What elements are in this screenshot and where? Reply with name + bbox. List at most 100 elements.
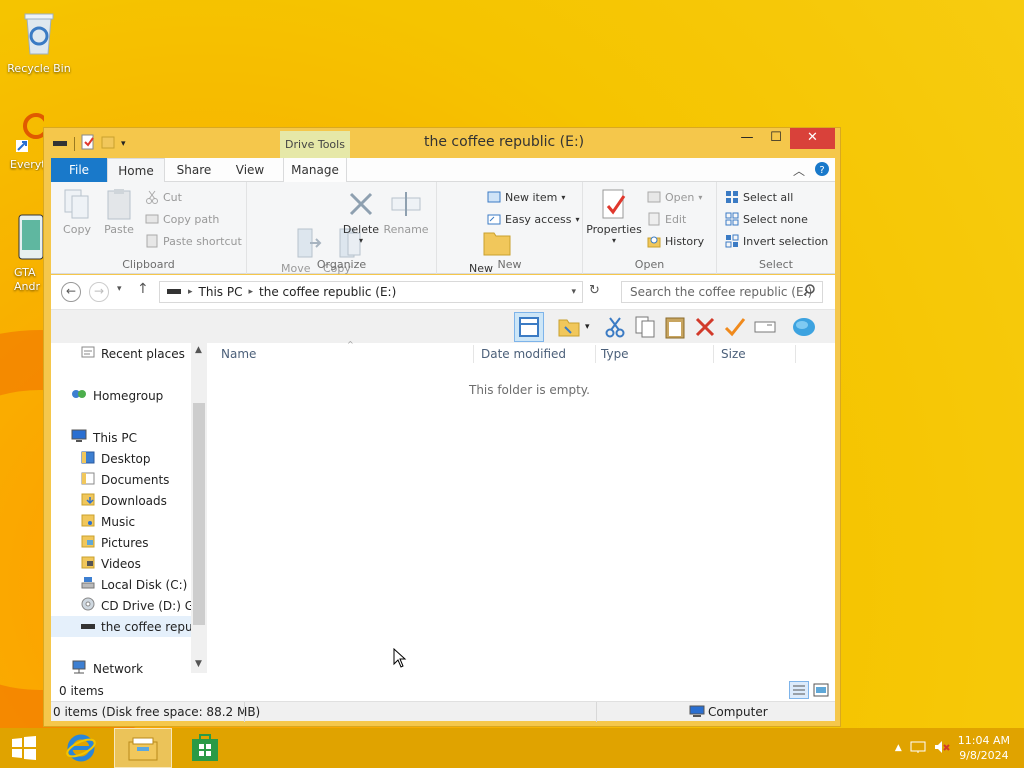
nav-item-label: Local Disk (C:) [101,577,188,592]
file-explorer-button[interactable] [114,728,172,768]
breadcrumb-this-pc[interactable]: This PC [199,285,243,299]
scrollbar-thumb[interactable] [193,403,205,625]
tab-share[interactable]: Share [169,158,219,182]
forward-button[interactable]: → [89,282,109,302]
nav-item-recent-places[interactable]: Recent places [51,343,191,364]
nav-item-homegroup[interactable]: Homegroup [51,385,191,406]
nav-item-documents[interactable]: Documents [51,469,191,490]
internet-explorer-button[interactable] [58,728,104,768]
search-icon[interactable] [803,284,815,299]
title-bar[interactable]: ▾ Drive Tools the coffee republic (E:) —… [44,128,840,159]
checkmark-icon[interactable] [723,315,747,339]
breadcrumb-separator-icon[interactable]: ▸ [188,287,193,297]
select-none-button[interactable]: Select none [725,212,808,226]
back-button[interactable]: ← [61,282,81,302]
nav-item-videos[interactable]: Videos [51,553,191,574]
nav-scrollbar[interactable]: ▲ ▼ [191,343,207,673]
column-header-date-modified[interactable]: Date modified [481,347,566,361]
preview-pane-icon[interactable] [514,312,544,342]
rename-icon[interactable] [753,315,777,339]
new-item-button[interactable]: New item ▾ [487,190,565,204]
tab-file[interactable]: File [51,158,107,182]
file-list[interactable]: ^ Name Date modified Type Size This fold… [207,340,835,681]
column-header-name[interactable]: Name [221,347,256,361]
nav-item-this-pc[interactable]: This PC [51,427,191,448]
delete-dropdown-icon[interactable]: ▾ [341,236,381,245]
paste-button[interactable]: Paste [99,188,139,236]
column-header-size[interactable]: Size [721,347,746,361]
breadcrumb-drive[interactable]: the coffee republic (E:) [259,285,396,299]
nav-item-downloads[interactable]: Downloads [51,490,191,511]
minimize-button[interactable]: — [734,128,760,149]
clipboard-group: Copy Paste Cut Copy path Paste shortcut … [51,182,247,274]
nav-item-network[interactable]: Network [51,658,191,679]
delete-button[interactable]: Delete ▾ [341,188,381,245]
close-button[interactable]: ✕ [790,128,835,149]
tab-home[interactable]: Home [107,158,165,183]
start-button[interactable] [0,728,48,768]
column-header-type[interactable]: Type [601,347,629,361]
invert-selection-button[interactable]: Invert selection [725,234,828,248]
address-bar[interactable]: ▸ This PC ▸ the coffee republic (E:) ▾ [159,281,583,303]
copy-button[interactable]: Copy [57,188,97,236]
nav-item-cd-drive[interactable]: CD Drive (D:) GSP [51,595,191,616]
window-title: the coffee republic (E:) [424,134,585,150]
copy-icon[interactable] [633,315,657,339]
breadcrumb-separator-icon[interactable]: ▸ [248,287,253,297]
collapse-ribbon-icon[interactable]: ︿ [793,162,805,179]
address-dropdown-icon[interactable]: ▾ [571,287,576,297]
network-status-icon[interactable] [910,740,926,757]
select-none-label: Select none [743,212,808,226]
search-input[interactable]: Search the coffee republic (E:) [621,281,823,303]
desktop-icon-gta[interactable]: GTA Andr [0,214,44,294]
paste-shortcut-button[interactable]: Paste shortcut [145,234,242,248]
nav-item-local-disk[interactable]: Local Disk (C:) [51,574,191,595]
properties-button[interactable]: Properties ▾ [585,188,643,245]
scissors-icon[interactable] [603,315,627,339]
desktop-icon-everything[interactable]: Everyt [0,112,44,171]
folder-options-dropdown-icon[interactable]: ▾ [585,322,590,332]
select-all-button[interactable]: Select all [725,190,793,204]
cut-button[interactable]: Cut [145,190,182,204]
nav-item-coffee-republic-drive[interactable]: the coffee republ [51,616,191,637]
open-label: Open [665,190,695,204]
show-hidden-icons-icon[interactable]: ▲ [895,743,902,753]
tab-view[interactable]: View [227,158,273,182]
refresh-icon[interactable]: ↻ [589,283,600,298]
globe-icon[interactable] [791,315,815,339]
new-folder-icon[interactable] [101,135,115,152]
scroll-down-icon[interactable]: ▼ [195,659,202,669]
properties-dropdown-icon[interactable]: ▾ [585,236,643,245]
store-button[interactable] [182,728,228,768]
folder-options-icon[interactable] [557,315,581,339]
help-icon[interactable]: ? [815,162,829,179]
item-count-row: 0 items [51,681,835,701]
easy-access-button[interactable]: Easy access ▾ [487,212,580,226]
recent-places-icon [81,345,95,362]
up-arrow-icon[interactable]: ↑ [137,281,149,297]
edit-button[interactable]: Edit [647,212,686,226]
nav-item-label: Pictures [101,535,149,550]
maximize-button[interactable]: ☐ [763,128,789,149]
rename-button[interactable]: Rename [383,188,429,236]
open-icon [647,190,661,204]
nav-item-desktop[interactable]: Desktop [51,448,191,469]
nav-item-pictures[interactable]: Pictures [51,532,191,553]
nav-item-music[interactable]: Music [51,511,191,532]
recent-locations-icon[interactable]: ▾ [117,284,122,294]
scroll-up-icon[interactable]: ▲ [195,345,202,355]
copy-path-button[interactable]: Copy path [145,212,219,226]
system-clock[interactable]: 11:04 AM 9/8/2024 [958,733,1010,763]
volume-muted-icon[interactable] [934,740,950,757]
open-button[interactable]: Open ▾ [647,190,702,204]
desktop-icon-recycle-bin[interactable]: Recycle Bin [4,8,74,75]
delete-icon[interactable] [693,315,717,339]
details-view-icon[interactable] [789,681,809,699]
properties-icon[interactable] [81,134,95,153]
large-icons-view-icon[interactable] [813,683,829,700]
history-button[interactable]: History [647,234,704,248]
tab-manage[interactable]: Manage [283,158,347,182]
sort-indicator-icon: ^ [347,340,354,349]
paste-icon[interactable] [663,315,687,339]
customize-qat-icon[interactable]: ▾ [121,139,126,149]
